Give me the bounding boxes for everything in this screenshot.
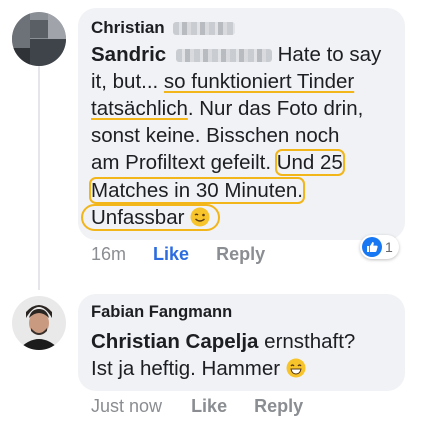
thread-connector	[38, 60, 40, 290]
comment-line-5: am Profiltext gefeilt. Und 25	[91, 149, 345, 176]
comment-author-2[interactable]: Fabian Fangmann	[91, 303, 232, 322]
blurred-surname	[173, 22, 236, 36]
comment-actions-1: 16m Like Reply	[91, 244, 265, 265]
comment-author-1[interactable]: Christian	[91, 18, 236, 38]
comment2-line-1: Christian Capelja ernsthaft?	[91, 329, 355, 355]
like-button-2[interactable]: Like	[191, 396, 227, 417]
text-segment: Unfassbar	[91, 206, 185, 229]
reply-button-1[interactable]: Reply	[216, 244, 265, 265]
text-segment: it, but...	[91, 70, 164, 93]
comment-line-1: Sandric Hate to say	[91, 42, 381, 68]
wink-emoji-icon	[190, 207, 210, 227]
mention-sandric[interactable]: Sandric	[91, 43, 166, 66]
comment-line-7: Unfassbar	[81, 204, 221, 231]
comment-timestamp-1[interactable]: 16m	[91, 244, 126, 265]
text-segment: am Profiltext gefeilt.	[91, 151, 277, 174]
author-name: Christian	[91, 18, 165, 37]
comment2-line-2: Ist ja heftig. Hammer	[91, 356, 306, 382]
comment-timestamp-2[interactable]: Just now	[91, 396, 162, 417]
text-segment: ernsthaft?	[258, 330, 356, 353]
highlight-box-3: Unfassbar	[81, 204, 221, 231]
avatar-image	[12, 296, 66, 350]
highlight-box-1: Und 25	[274, 149, 345, 176]
reply-button-2[interactable]: Reply	[254, 396, 303, 417]
text-segment: Hate to say	[271, 43, 382, 66]
comment-line-4: sonst keine. Bisschen noch	[91, 124, 340, 147]
blurred-mention-surname	[175, 49, 272, 63]
highlight-underline-1: so funktioniert Tinder	[163, 70, 355, 93]
highlight-box-2: Matches in 30 Minuten.	[89, 177, 305, 204]
mention-christian[interactable]: Christian Capelja	[91, 330, 258, 353]
like-button-1[interactable]: Like	[153, 244, 189, 265]
reaction-summary[interactable]: 1	[360, 235, 399, 259]
grin-emoji-icon	[286, 358, 306, 378]
thumbs-up-icon	[362, 237, 382, 257]
avatar-image	[12, 12, 66, 66]
comment-actions-2: Just now Like Reply	[91, 396, 303, 417]
avatar-christian[interactable]	[12, 12, 66, 66]
comment-line-3: tatsächlich. Nur das Foto drin,	[91, 96, 363, 122]
comment-line-6: Matches in 30 Minuten.	[89, 177, 305, 204]
highlight-underline-2: tatsächlich	[91, 97, 188, 120]
avatar-fabian[interactable]	[12, 296, 66, 350]
text-segment: Ist ja heftig. Hammer	[91, 357, 281, 380]
reaction-count: 1	[385, 239, 393, 255]
text-segment: . Nur das Foto drin,	[187, 97, 364, 120]
comment-line-2: it, but... so funktioniert Tinder	[91, 69, 354, 95]
